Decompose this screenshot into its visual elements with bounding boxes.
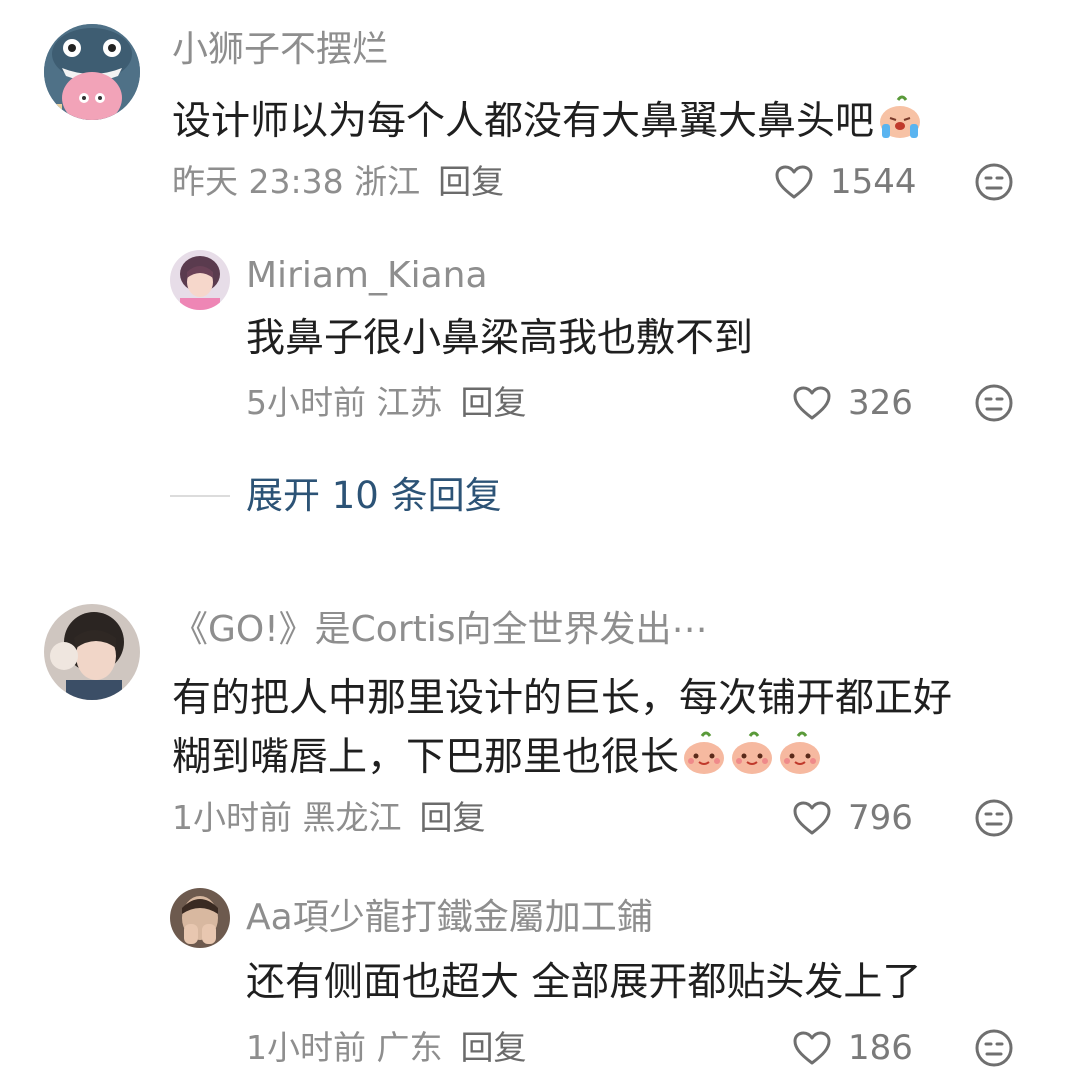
comment-meta: 1小时前 黑龙江 回复	[172, 798, 486, 838]
expand-replies-label[interactable]: 展开 10 条回复	[246, 474, 502, 518]
avatar[interactable]	[170, 888, 230, 948]
avatar[interactable]	[44, 24, 140, 120]
heart-outline-icon	[793, 1031, 831, 1065]
dislike-button[interactable]	[974, 383, 1014, 427]
like-button[interactable]: 796	[792, 798, 913, 838]
reply-meta: 5小时前 江苏 回复	[246, 383, 527, 423]
divider	[170, 495, 230, 497]
meh-face-icon	[975, 1029, 1013, 1067]
comment-text-content: 设计师以为每个人都没有大鼻翼大鼻头吧	[172, 99, 875, 144]
dislike-button[interactable]	[974, 1028, 1014, 1072]
reply-meta: 1小时前 广东 回复	[246, 1028, 527, 1068]
comment-text-line: 有的把人中那里设计的巨长，每次铺开都正好	[172, 676, 953, 721]
avatar[interactable]	[44, 604, 140, 700]
crying-bun-emoji	[876, 94, 924, 153]
like-button[interactable]: 1544	[774, 162, 917, 202]
reply-username[interactable]: Miriam_Kiana	[246, 254, 488, 298]
reply-button[interactable]: 回复	[461, 383, 527, 422]
comment-username[interactable]: 《GO!》是Cortis向全世界发出⋯	[172, 608, 708, 652]
like-count: 1544	[830, 162, 917, 202]
comment-text-line: 糊到嘴唇上，下巴那里也很长	[172, 730, 823, 789]
heart-outline-icon	[793, 386, 831, 420]
comment-text: 设计师以为每个人都没有大鼻翼大鼻头吧	[172, 94, 924, 153]
dislike-button[interactable]	[974, 162, 1014, 206]
reply-button[interactable]: 回复	[438, 162, 504, 201]
like-button[interactable]: 186	[792, 1028, 913, 1068]
reply-text: 我鼻子很小鼻梁高我也敷不到	[246, 316, 754, 361]
heart-outline-icon	[793, 801, 831, 835]
dislike-button[interactable]	[974, 798, 1014, 842]
reply-button[interactable]: 回复	[461, 1028, 527, 1067]
comment-time-location: 1小时前 黑龙江	[172, 798, 402, 837]
heart-outline-icon	[775, 165, 813, 199]
smiling-bun-emoji	[777, 730, 823, 789]
like-count: 326	[848, 383, 913, 423]
smiling-bun-emoji	[729, 730, 775, 789]
reply-button[interactable]: 回复	[420, 798, 486, 837]
smiling-bun-emoji	[681, 730, 727, 789]
avatar[interactable]	[170, 250, 230, 310]
reply-username[interactable]: Aa項少龍打鐵金屬加工鋪	[246, 896, 653, 940]
meh-face-icon	[975, 799, 1013, 837]
comment-text-content: 糊到嘴唇上，下巴那里也很长	[172, 735, 680, 780]
reply-text: 还有侧面也超大 全部展开都贴头发上了	[246, 960, 922, 1005]
like-count: 186	[848, 1028, 913, 1068]
comment-time-location: 昨天 23:38 浙江	[172, 162, 421, 201]
reply-time-location: 5小时前 江苏	[246, 383, 443, 422]
expand-replies-button[interactable]: 展开 10 条回复	[170, 474, 502, 518]
meh-face-icon	[975, 384, 1013, 422]
reply-time-location: 1小时前 广东	[246, 1028, 443, 1067]
like-button[interactable]: 326	[792, 383, 913, 423]
comment-meta: 昨天 23:38 浙江 回复	[172, 162, 504, 202]
meh-face-icon	[975, 163, 1013, 201]
like-count: 796	[848, 798, 913, 838]
comment-username[interactable]: 小狮子不摆烂	[172, 28, 388, 72]
